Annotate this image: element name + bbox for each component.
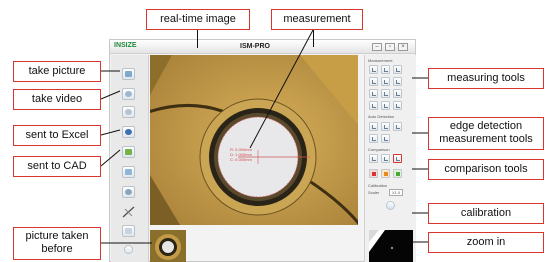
callout-comparison-tools: comparison tools <box>428 159 544 180</box>
callout-calibration: calibration <box>428 203 544 224</box>
callout-picture-taken-before: picture taken before <box>13 227 101 260</box>
annotated-screenshot: INSIZE ISM-PRO – ▫ × R: 0.000mm D: 1.000… <box>0 0 552 262</box>
callout-realtime-image: real-time image <box>146 9 250 30</box>
callout-measuring-tools: measuring tools <box>428 68 544 89</box>
callout-measurement: measurement <box>271 9 363 30</box>
callout-picture-line-1: picture taken <box>25 230 89 242</box>
callout-sent-to-cad: sent to CAD <box>13 156 101 177</box>
callout-edge-line-1: edge detection <box>449 120 523 132</box>
callout-picture-line-2: before <box>41 243 73 255</box>
callout-edge-detection: edge detection measurement tools <box>428 117 544 150</box>
callout-take-video: take video <box>13 89 101 110</box>
callout-edge-line-2: measurement tools <box>439 133 533 145</box>
callout-zoom-in: zoom in <box>428 232 544 253</box>
callout-sent-to-excel: sent to Excel <box>13 125 101 146</box>
callout-take-picture: take picture <box>13 61 101 82</box>
